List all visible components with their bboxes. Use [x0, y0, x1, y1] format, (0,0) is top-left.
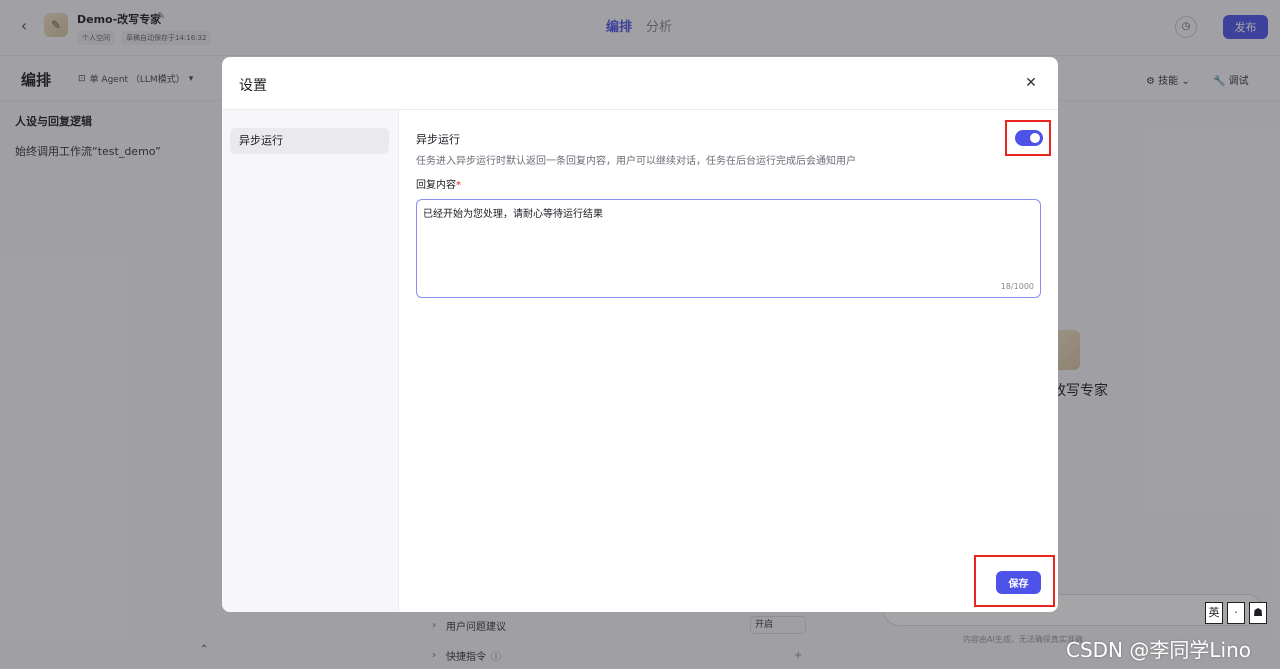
ime-lang-badge[interactable]: 英	[1205, 602, 1223, 624]
sidebar-item-async[interactable]: 异步运行	[230, 128, 389, 154]
ime-toolbar: 英 · ☗	[1205, 602, 1267, 624]
async-toggle[interactable]	[1015, 130, 1043, 146]
reply-label: 回复内容*	[416, 176, 461, 191]
settings-dialog: 设置 ✕ 异步运行 异步运行 任务进入异步运行时默认返回一条回复内容，用户可以继…	[222, 57, 1058, 612]
toggle-highlight	[1005, 120, 1051, 156]
reply-textarea[interactable]: 已经开始为您处理，请耐心等待运行结果 18/1000	[416, 199, 1041, 298]
dialog-sidebar: 异步运行	[222, 110, 399, 612]
ime-punct-badge[interactable]: ·	[1227, 602, 1245, 624]
save-button[interactable]: 保存	[996, 571, 1041, 594]
reply-label-text: 回复内容	[416, 180, 456, 191]
reply-text: 已经开始为您处理，请耐心等待运行结果	[423, 209, 603, 220]
watermark: CSDN @李同学Lino	[1066, 638, 1251, 662]
dialog-body: 异步运行 任务进入异步运行时默认返回一条回复内容，用户可以继续对话，任务在后台运…	[399, 110, 1058, 612]
dialog-title: 设置	[239, 78, 267, 94]
close-icon[interactable]: ✕	[1022, 74, 1040, 92]
dialog-header: 设置 ✕	[222, 57, 1058, 110]
async-description: 任务进入异步运行时默认返回一条回复内容，用户可以继续对话，任务在后台运行完成后会…	[416, 156, 856, 167]
save-highlight: 保存	[974, 555, 1055, 607]
ime-skin-badge[interactable]: ☗	[1249, 602, 1267, 624]
toggle-knob	[1030, 133, 1040, 143]
async-label: 异步运行	[416, 133, 460, 146]
char-count: 18/1000	[1000, 282, 1034, 291]
required-star: *	[456, 180, 461, 191]
